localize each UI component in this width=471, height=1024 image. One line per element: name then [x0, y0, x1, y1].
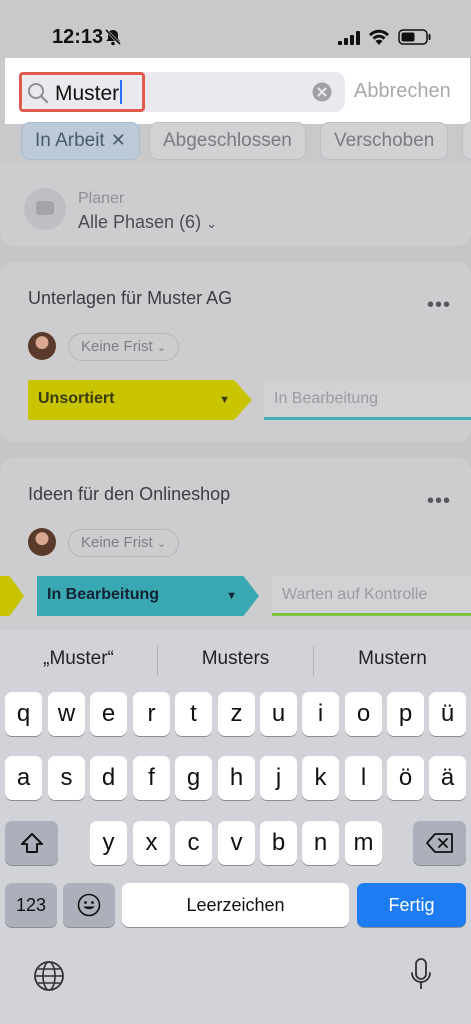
key-j[interactable]: j — [260, 756, 297, 800]
key-m[interactable]: m — [345, 821, 382, 865]
key-u[interactable]: u — [260, 692, 297, 736]
planer-label: Planer — [78, 190, 125, 207]
shift-key[interactable] — [5, 821, 58, 865]
emoji-icon — [77, 893, 101, 917]
key-p[interactable]: p — [387, 692, 424, 736]
microphone-icon[interactable] — [409, 957, 433, 993]
key-y[interactable]: y — [90, 821, 127, 865]
previous-stage-indicator[interactable] — [0, 576, 24, 616]
planer-selector[interactable]: Planer Alle Phasen (6) ⌄ — [0, 162, 471, 246]
shift-icon — [20, 833, 43, 853]
remove-filter-icon[interactable]: ✕ — [111, 130, 126, 150]
key-r[interactable]: r — [133, 692, 170, 736]
key-s[interactable]: s — [48, 756, 85, 800]
status-time: 12:13 — [52, 26, 104, 48]
filter-chip-more[interactable] — [462, 122, 471, 160]
task-title: Unterlagen für Muster AG — [28, 288, 233, 308]
autocorrect-bar: „Muster“ Musters Mustern — [0, 642, 471, 678]
status-bar: 12:13 — [0, 0, 471, 58]
key-n[interactable]: n — [302, 821, 339, 865]
key-w[interactable]: w — [48, 692, 85, 736]
chevron-down-icon: ▼ — [219, 394, 230, 406]
suggestion-item[interactable]: Mustern — [314, 648, 471, 670]
backspace-icon — [425, 833, 453, 853]
suggestion-item[interactable]: Musters — [157, 648, 314, 670]
backspace-key[interactable] — [413, 821, 466, 865]
key-ue[interactable]: ü — [429, 692, 466, 736]
key-q[interactable]: q — [5, 692, 42, 736]
stage-selector[interactable]: Unsortiert ▼ — [28, 380, 252, 420]
clear-search-icon[interactable] — [312, 82, 332, 102]
search-highlight-annotation — [19, 72, 145, 112]
key-f[interactable]: f — [133, 756, 170, 800]
suggestion-item[interactable]: „Muster“ — [0, 648, 157, 670]
bell-muted-icon — [104, 28, 122, 46]
key-t[interactable]: t — [175, 692, 212, 736]
chevron-down-icon: ▼ — [226, 590, 237, 602]
filter-chip-in-arbeit[interactable]: In Arbeit ✕ — [21, 122, 140, 160]
key-i[interactable]: i — [302, 692, 339, 736]
globe-icon[interactable] — [33, 960, 65, 992]
emoji-key[interactable] — [63, 883, 115, 927]
next-stage-button[interactable]: In Bearbeitung — [264, 380, 471, 420]
stage-selector[interactable]: In Bearbeitung ▼ — [37, 576, 259, 616]
key-a[interactable]: a — [5, 756, 42, 800]
cancel-button[interactable]: Abbrechen — [354, 80, 451, 103]
deadline-dropdown[interactable]: Keine Frist ⌄ — [68, 333, 180, 361]
key-b[interactable]: b — [260, 821, 297, 865]
next-stage-button[interactable]: Warten auf Kontrolle — [272, 576, 471, 616]
key-e[interactable]: e — [90, 692, 127, 736]
search-header: Muster Abbrechen — [5, 58, 470, 124]
space-key[interactable]: Leerzeichen — [122, 883, 349, 927]
key-v[interactable]: v — [218, 821, 255, 865]
key-h[interactable]: h — [218, 756, 255, 800]
deadline-dropdown[interactable]: Keine Frist ⌄ — [68, 529, 180, 557]
battery-icon — [398, 29, 431, 45]
planer-phase-dropdown[interactable]: Alle Phasen (6) ⌄ — [78, 212, 217, 233]
key-o[interactable]: o — [345, 692, 382, 736]
planer-icon — [24, 188, 66, 230]
key-z[interactable]: z — [218, 692, 255, 736]
numbers-key[interactable]: 123 — [5, 883, 57, 927]
more-options-icon[interactable]: ••• — [427, 294, 451, 317]
filter-chips: In Arbeit ✕ Abgeschlossen Verschoben — [0, 122, 471, 162]
key-x[interactable]: x — [133, 821, 170, 865]
filter-chip-abgeschlossen[interactable]: Abgeschlossen — [149, 122, 306, 160]
key-k[interactable]: k — [302, 756, 339, 800]
wifi-icon — [369, 29, 389, 45]
done-key[interactable]: Fertig — [357, 883, 466, 927]
avatar — [28, 332, 56, 360]
key-c[interactable]: c — [175, 821, 212, 865]
more-options-icon[interactable]: ••• — [427, 490, 451, 513]
avatar — [28, 528, 56, 556]
task-title: Ideen für den Onlineshop — [28, 484, 231, 504]
task-card[interactable]: Ideen für den Onlineshop ••• Keine Frist… — [0, 458, 471, 630]
key-d[interactable]: d — [90, 756, 127, 800]
key-ae[interactable]: ä — [429, 756, 466, 800]
task-card[interactable]: Unterlagen für Muster AG ••• Keine Frist… — [0, 262, 471, 442]
key-l[interactable]: l — [345, 756, 382, 800]
cellular-signal-icon — [338, 31, 360, 45]
key-oe[interactable]: ö — [387, 756, 424, 800]
filter-chip-verschoben[interactable]: Verschoben — [320, 122, 449, 160]
key-g[interactable]: g — [175, 756, 212, 800]
